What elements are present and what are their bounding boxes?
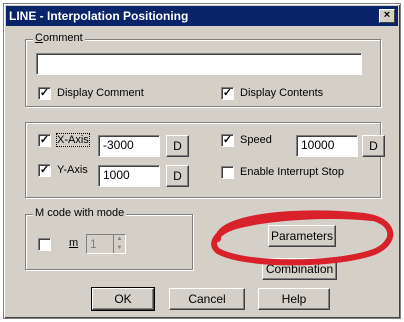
ok-button[interactable]: OK — [91, 287, 155, 311]
speed-checkbox[interactable]: ✓ — [221, 133, 234, 147]
x-axis-input[interactable]: -3000 — [98, 135, 160, 157]
mcode-group-label: M code with mode — [33, 207, 127, 219]
y-axis-checkbox[interactable]: ✓ — [38, 163, 51, 177]
display-comment-option[interactable]: ✓ Display Comment — [38, 86, 144, 100]
interrupt-checkbox[interactable] — [221, 165, 234, 179]
spin-arrows-icon: ▲ ▼ — [113, 235, 125, 253]
close-icon[interactable]: × — [379, 9, 395, 23]
interrupt-option[interactable]: Enable Interrupt Stop — [221, 165, 344, 179]
parameters-button[interactable]: Parameters — [268, 225, 336, 247]
m-checkbox[interactable] — [38, 237, 51, 251]
title-bar: LINE - Interpolation Positioning × — [6, 6, 398, 26]
y-axis-label: Y-Axis — [57, 164, 88, 176]
m-option[interactable] — [38, 237, 57, 251]
speed-option[interactable]: ✓ Speed — [221, 133, 272, 147]
m-spinner: 1 ▲ ▼ — [86, 234, 126, 254]
dialog-title: LINE - Interpolation Positioning — [9, 9, 189, 23]
interpolation-dialog: LINE - Interpolation Positioning × Comme… — [3, 3, 401, 319]
display-comment-label: Display Comment — [57, 87, 144, 99]
speed-device-button[interactable]: D — [362, 135, 385, 157]
interrupt-label: Enable Interrupt Stop — [240, 166, 344, 178]
cancel-button[interactable]: Cancel — [169, 288, 245, 310]
m-value: 1 — [90, 237, 97, 251]
display-comment-checkbox[interactable]: ✓ — [38, 86, 51, 100]
x-axis-label: X-Axis — [56, 133, 90, 147]
help-button[interactable]: Help — [258, 288, 330, 310]
m-label: m — [69, 237, 79, 249]
comment-group: Comment ✓ Display Comment ✓ Display Cont… — [25, 32, 381, 107]
comment-label-rest: omment — [42, 32, 83, 44]
display-contents-checkbox[interactable]: ✓ — [221, 86, 234, 100]
comment-group-label: Comment — [33, 32, 85, 44]
display-contents-label: Display Contents — [240, 87, 324, 99]
comment-input[interactable] — [36, 53, 362, 75]
y-axis-option[interactable]: ✓ Y-Axis — [38, 163, 88, 177]
combination-button[interactable]: Combination — [262, 258, 337, 280]
y-axis-input[interactable]: 1000 — [98, 165, 160, 187]
mcode-group: M code with mode m 1 ▲ ▼ — [25, 207, 193, 270]
display-contents-option[interactable]: ✓ Display Contents — [221, 86, 323, 100]
speed-input[interactable]: 10000 — [296, 135, 358, 157]
x-axis-option[interactable]: ✓ X-Axis — [38, 133, 90, 147]
y-axis-device-button[interactable]: D — [166, 165, 189, 187]
x-axis-checkbox[interactable]: ✓ — [38, 133, 51, 147]
axis-group: ✓ X-Axis -3000 D ✓ Y-Axis 1000 D ✓ Speed… — [25, 122, 385, 198]
x-axis-device-button[interactable]: D — [166, 135, 189, 157]
speed-label: Speed — [240, 134, 272, 146]
